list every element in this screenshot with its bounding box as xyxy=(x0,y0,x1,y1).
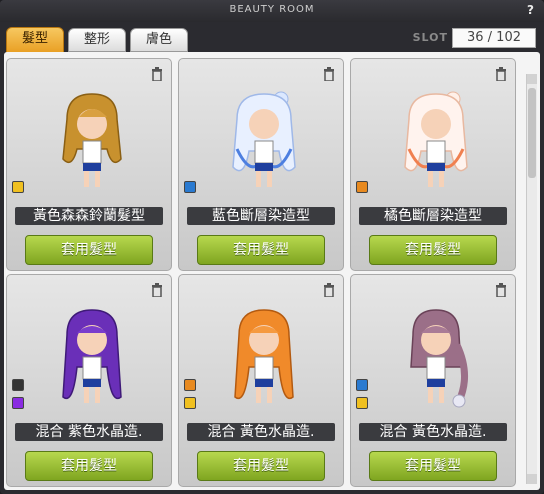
hair-name: 黃色森森鈴蘭髮型 xyxy=(15,207,163,225)
trash-icon[interactable] xyxy=(495,67,507,81)
scroll-thumb[interactable] xyxy=(528,88,536,178)
apply-hair-button[interactable]: 套用髮型 xyxy=(197,235,325,265)
tab-hair[interactable]: 髮型 xyxy=(6,27,64,53)
hair-name: 混合 紫色水晶造. xyxy=(15,423,163,441)
hair-name: 混合 黃色水晶造. xyxy=(187,423,335,441)
hair-card: 混合 黃色水晶造. 套用髮型 xyxy=(350,274,516,487)
apply-hair-button[interactable]: 套用髮型 xyxy=(25,451,153,481)
trash-icon[interactable] xyxy=(151,283,163,297)
title-bar: BEAUTY ROOM ? xyxy=(0,0,544,22)
color-dot xyxy=(12,181,24,193)
hair-preview-avatar xyxy=(234,309,294,403)
color-dot xyxy=(184,397,196,409)
slot-label: SLOT xyxy=(412,31,448,44)
trash-icon[interactable] xyxy=(323,283,335,297)
trash-icon[interactable] xyxy=(495,283,507,297)
scroll-up-arrow[interactable] xyxy=(527,74,537,84)
hair-preview-avatar xyxy=(62,93,122,187)
color-dot xyxy=(356,181,368,193)
hair-grid-panel: 黃色森森鈴蘭髮型 套用髮型 藍色斷層染造型 套用髮型 橘色斷層染造型 套用髮型 … xyxy=(4,52,540,490)
tab-face[interactable]: 整形 xyxy=(68,28,126,52)
color-dot xyxy=(356,379,368,391)
hair-card: 混合 紫色水晶造. 套用髮型 xyxy=(6,274,172,487)
help-button[interactable]: ? xyxy=(527,3,534,17)
apply-hair-button[interactable]: 套用髮型 xyxy=(369,451,497,481)
color-dot xyxy=(12,397,24,409)
color-dot xyxy=(184,181,196,193)
hair-preview-avatar xyxy=(404,91,468,187)
trash-icon[interactable] xyxy=(151,67,163,81)
hair-card: 橘色斷層染造型 套用髮型 xyxy=(350,58,516,271)
apply-hair-button[interactable]: 套用髮型 xyxy=(369,235,497,265)
scroll-down-arrow[interactable] xyxy=(527,474,537,484)
slot-value: 36 / 102 xyxy=(452,28,536,48)
apply-hair-button[interactable]: 套用髮型 xyxy=(197,451,325,481)
window-title: BEAUTY ROOM xyxy=(229,4,315,15)
hair-card: 黃色森森鈴蘭髮型 套用髮型 xyxy=(6,58,172,271)
hair-card: 藍色斷層染造型 套用髮型 xyxy=(178,58,344,271)
hair-name: 混合 黃色水晶造. xyxy=(359,423,507,441)
scrollbar[interactable] xyxy=(526,74,537,484)
hair-card: 混合 黃色水晶造. 套用髮型 xyxy=(178,274,344,487)
color-dot xyxy=(184,379,196,391)
trash-icon[interactable] xyxy=(323,67,335,81)
color-dot xyxy=(12,379,24,391)
tab-skin[interactable]: 膚色 xyxy=(130,28,188,52)
hair-preview-avatar xyxy=(62,309,122,403)
hair-name: 橘色斷層染造型 xyxy=(359,207,507,225)
apply-hair-button[interactable]: 套用髮型 xyxy=(25,235,153,265)
hair-preview-avatar xyxy=(410,309,468,408)
hair-preview-avatar xyxy=(232,91,296,187)
beauty-room-window: BEAUTY ROOM ? 髮型 整形 膚色 SLOT 36 / 102 黃色森… xyxy=(0,0,544,494)
color-dot xyxy=(356,397,368,409)
hair-name: 藍色斷層染造型 xyxy=(187,207,335,225)
